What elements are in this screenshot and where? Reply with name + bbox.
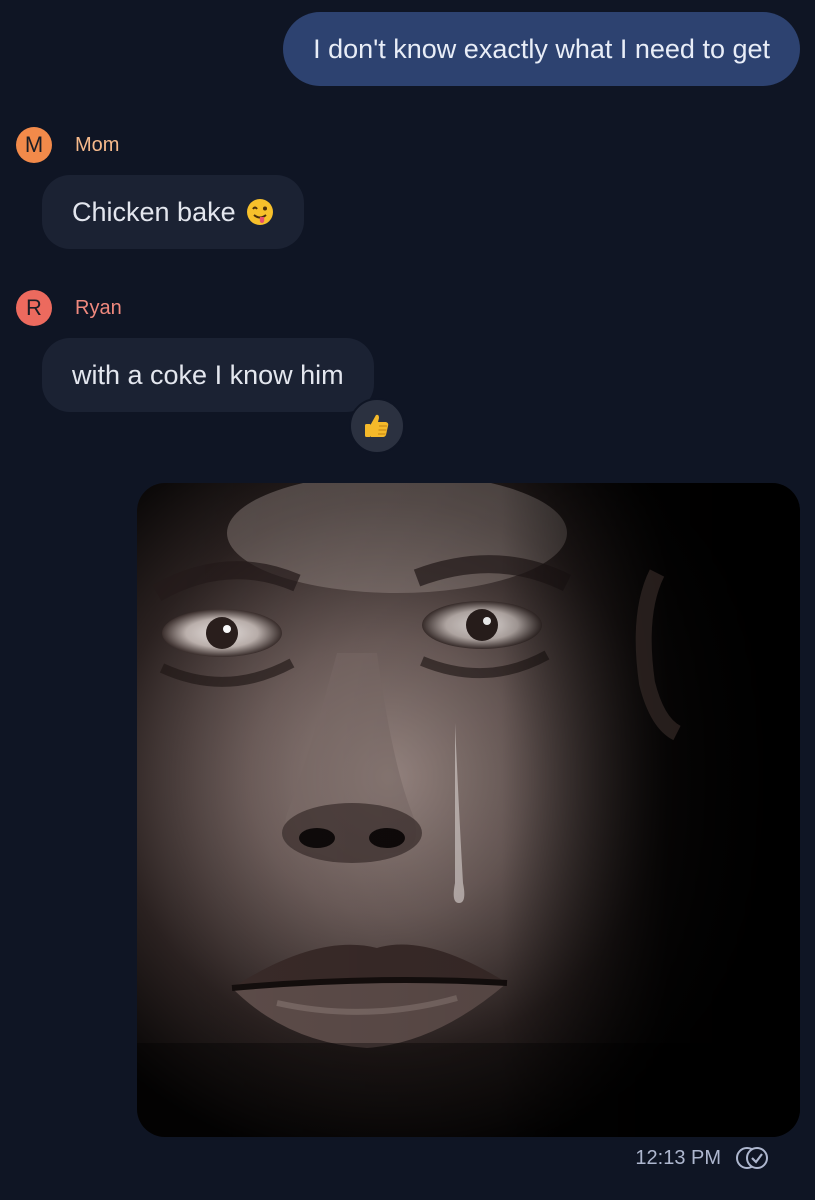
avatar[interactable]: R: [16, 290, 52, 326]
thumbs-up-icon: [365, 414, 389, 437]
incoming-message-bubble[interactable]: with a coke I know him: [42, 338, 374, 412]
message-text: with a coke I know him: [72, 359, 344, 390]
incoming-message-bubble[interactable]: Chicken bake: [42, 175, 304, 249]
photo-image: [137, 483, 800, 1137]
avatar-letter: M: [24, 132, 44, 157]
outgoing-message-text: I don't know exactly what I need to get: [313, 33, 770, 64]
outgoing-message-bubble[interactable]: I don't know exactly what I need to get: [283, 12, 800, 86]
sender-row: R Ryan: [16, 290, 374, 326]
timestamp: 12:13 PM: [635, 1146, 721, 1169]
sender-name: Ryan: [75, 296, 122, 319]
reaction-badge[interactable]: [349, 398, 405, 454]
avatar[interactable]: M: [16, 127, 52, 163]
message-text: Chicken bake: [72, 196, 236, 227]
avatar-letter: R: [26, 295, 42, 320]
message-meta: 12:13 PM: [635, 1146, 769, 1170]
read-receipt-icon: [736, 1147, 768, 1169]
ryan-message-group: R Ryan with a coke I know him: [16, 290, 374, 412]
sender-row: M Mom: [16, 127, 304, 163]
mom-message-group: M Mom Chicken bake: [16, 127, 304, 249]
conversation-view: I don't know exactly what I need to get …: [0, 0, 815, 1200]
crying-face-photo[interactable]: [137, 483, 800, 1137]
winking-face-with-tongue-icon: [246, 198, 274, 226]
sender-name: Mom: [75, 133, 120, 156]
